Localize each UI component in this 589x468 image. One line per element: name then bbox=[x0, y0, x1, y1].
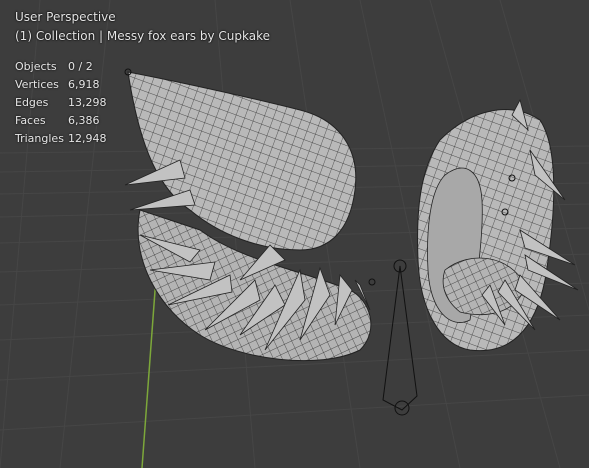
stat-value: 12,948 bbox=[68, 132, 107, 145]
stat-value: 6,918 bbox=[68, 78, 100, 91]
stat-row-vertices: Vertices 6,918 bbox=[15, 76, 107, 94]
stat-label: Triangles bbox=[15, 132, 64, 145]
stat-label: Edges bbox=[15, 96, 49, 109]
collection-label: (1) Collection | Messy fox ears by Cupka… bbox=[15, 29, 270, 43]
stat-row-objects: Objects 0 / 2 bbox=[15, 58, 107, 76]
stat-value: 0 / 2 bbox=[68, 60, 93, 73]
stat-label: Faces bbox=[15, 114, 46, 127]
stat-row-triangles: Triangles 12,948 bbox=[15, 130, 107, 148]
stat-row-edges: Edges 13,298 bbox=[15, 94, 107, 112]
stat-value: 13,298 bbox=[68, 96, 107, 109]
stat-row-faces: Faces 6,386 bbox=[15, 112, 107, 130]
statistics-overlay: Objects 0 / 2 Vertices 6,918 Edges 13,29… bbox=[15, 58, 107, 148]
stat-value: 6,386 bbox=[68, 114, 100, 127]
3d-viewport[interactable]: User Perspective (1) Collection | Messy … bbox=[0, 0, 589, 468]
stat-label: Objects bbox=[15, 60, 57, 73]
view-name-label: User Perspective bbox=[15, 10, 116, 24]
stat-label: Vertices bbox=[15, 78, 59, 91]
